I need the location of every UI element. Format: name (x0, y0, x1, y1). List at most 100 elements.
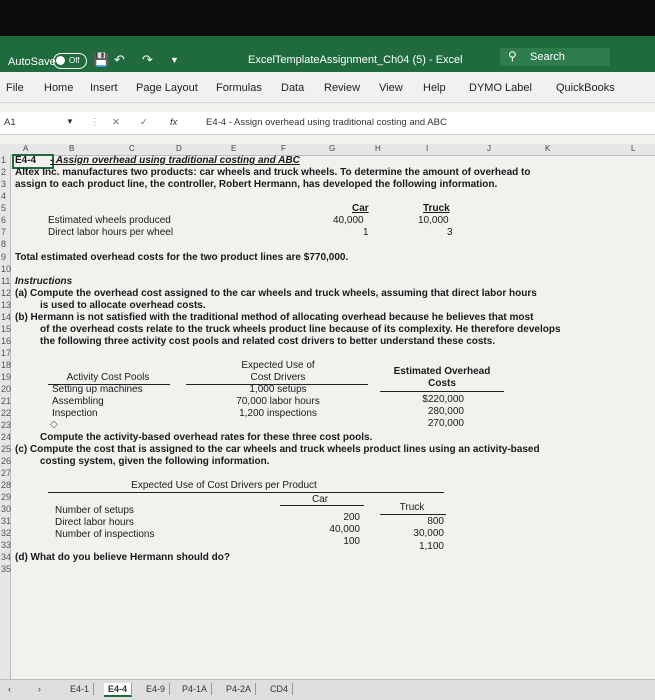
row-header[interactable]: 27 (1, 468, 11, 478)
part-b-line-3: the following three activity cost pools … (40, 336, 496, 347)
row-header[interactable]: 7 (1, 227, 6, 237)
col-header-e[interactable]: E (231, 144, 236, 153)
cancel-icon[interactable]: ✕ (112, 117, 120, 128)
row-header[interactable]: 14 (1, 312, 11, 322)
sheet-tab[interactable]: E4-9 (142, 683, 171, 695)
row-header[interactable]: 35 (1, 564, 11, 574)
function-icon[interactable]: fx (170, 117, 177, 128)
row-header[interactable]: 3 (1, 179, 6, 189)
part-b-line-2: of the overhead costs relate to the truc… (40, 324, 561, 335)
row-header[interactable]: 6 (1, 215, 6, 225)
menu-home[interactable]: Home (44, 82, 73, 94)
menu-file[interactable]: File (6, 82, 24, 94)
autosave-label: AutoSave (8, 56, 56, 68)
formula-content[interactable]: E4-4 - Assign overhead using traditional… (206, 117, 447, 128)
row-header[interactable]: 1 (1, 155, 6, 165)
row-header[interactable]: 18 (1, 360, 11, 370)
truck-header: Truck (423, 203, 450, 214)
row-header[interactable]: 17 (1, 348, 11, 358)
save-icon[interactable]: 💾 (93, 52, 109, 68)
formula-bar: A1 ▼ ⋮ ✕ ✓ fx E4-4 - Assign overhead usi… (0, 112, 655, 135)
row-header[interactable]: 24 (1, 432, 11, 442)
col-header-j[interactable]: J (487, 144, 491, 153)
usage-truck: 1,100 (418, 541, 444, 552)
row-header[interactable]: 23 (1, 420, 11, 430)
row-header[interactable]: 5 (1, 203, 6, 213)
row-header[interactable]: 25 (1, 444, 11, 454)
row-header[interactable]: 9 (1, 252, 6, 262)
name-box[interactable]: A1 (4, 117, 16, 128)
dl-hours-car: 1 (363, 227, 369, 238)
row-header[interactable]: 12 (1, 288, 11, 298)
sheet-tab[interactable]: P4-1A (178, 683, 213, 695)
menu-view[interactable]: View (379, 82, 403, 94)
row-header[interactable]: 11 (1, 276, 10, 286)
row-header[interactable]: 30 (1, 504, 11, 514)
col-header-h[interactable]: H (375, 144, 381, 153)
autosave-toggle[interactable]: Off (53, 53, 87, 69)
row-header[interactable]: 10 (1, 264, 11, 274)
dl-hours-truck: 3 (447, 227, 453, 238)
col-header-l[interactable]: L (631, 144, 635, 153)
toggle-knob (56, 56, 65, 65)
usage-car-header: Car (311, 494, 329, 505)
row-header[interactable]: 19 (1, 372, 11, 382)
row-header[interactable]: 2 (1, 167, 6, 177)
row-header[interactable]: 33 (1, 540, 11, 550)
row-header[interactable]: 29 (1, 492, 11, 502)
row-header[interactable]: 34 (1, 552, 11, 562)
usage-car: 200 (343, 512, 360, 523)
expected-use-header-2: Cost Drivers (250, 372, 306, 383)
menu-data[interactable]: Data (281, 82, 304, 94)
menu-dymo-label[interactable]: DYMO Label (469, 82, 532, 94)
menu-quickbooks[interactable]: QuickBooks (556, 82, 615, 94)
row-header[interactable]: 15 (1, 324, 11, 334)
total-overhead-line: Total estimated overhead costs for the t… (15, 252, 349, 263)
row-header[interactable]: 4 (1, 191, 6, 201)
row-header[interactable]: 32 (1, 528, 11, 538)
menu-review[interactable]: Review (324, 82, 360, 94)
customize-toolbar-icon[interactable]: ▼ (170, 55, 179, 65)
menu-page-layout[interactable]: Page Layout (136, 82, 198, 94)
pool-driver: 70,000 labor hours (236, 396, 320, 407)
row-header[interactable]: 20 (1, 384, 11, 394)
menu-formulas[interactable]: Formulas (216, 82, 262, 94)
wheels-produced-label: Estimated wheels produced (48, 215, 171, 226)
est-overhead-header-1: Estimated Overhead (393, 366, 491, 377)
menu-insert[interactable]: Insert (90, 82, 118, 94)
col-header-k[interactable]: K (545, 144, 550, 153)
instructions-heading: Instructions (15, 276, 73, 287)
search-placeholder: Search (530, 51, 565, 63)
col-header-i[interactable]: I (426, 144, 428, 153)
col-header-g[interactable]: G (329, 144, 335, 153)
row-header[interactable]: 31 (1, 516, 11, 526)
ribbon-tabs: File Home Insert Page Layout Formulas Da… (0, 72, 655, 103)
search-box[interactable]: ⚲ Search (500, 48, 610, 66)
row-header[interactable]: 8 (1, 239, 6, 249)
redo-icon[interactable]: ↷ (142, 52, 153, 68)
usage-name: Number of inspections (55, 529, 155, 540)
col-header-d[interactable]: D (176, 144, 182, 153)
sheet-tab[interactable]: E4-1 (66, 683, 95, 695)
col-header-f[interactable]: F (281, 144, 286, 153)
name-box-dropdown-icon[interactable]: ▼ (66, 117, 74, 126)
row-header[interactable]: 21 (1, 396, 11, 406)
col-header-b[interactable]: B (69, 144, 74, 153)
col-header-c[interactable]: C (129, 144, 135, 153)
col-header-a[interactable]: A (23, 144, 28, 153)
expected-use-header-1: Expected Use of (241, 360, 315, 371)
sheet-tab-active[interactable]: E4-4 (104, 683, 133, 697)
menu-help[interactable]: Help (423, 82, 446, 94)
enter-icon[interactable]: ✓ (140, 117, 148, 128)
usage-truck: 30,000 (413, 528, 444, 539)
row-header[interactable]: 13 (1, 300, 11, 310)
prev-sheets-icon[interactable]: ‹ (4, 683, 15, 695)
row-header[interactable]: 28 (1, 480, 11, 490)
next-sheets-icon[interactable]: › (34, 683, 45, 695)
sheet-tab[interactable]: P4-2A (222, 683, 257, 695)
undo-icon[interactable]: ↶ (114, 52, 125, 68)
row-header[interactable]: 16 (1, 336, 11, 346)
row-header[interactable]: 26 (1, 456, 11, 466)
row-header[interactable]: 22 (1, 408, 11, 418)
sheet-tab[interactable]: CD4 (266, 683, 294, 695)
